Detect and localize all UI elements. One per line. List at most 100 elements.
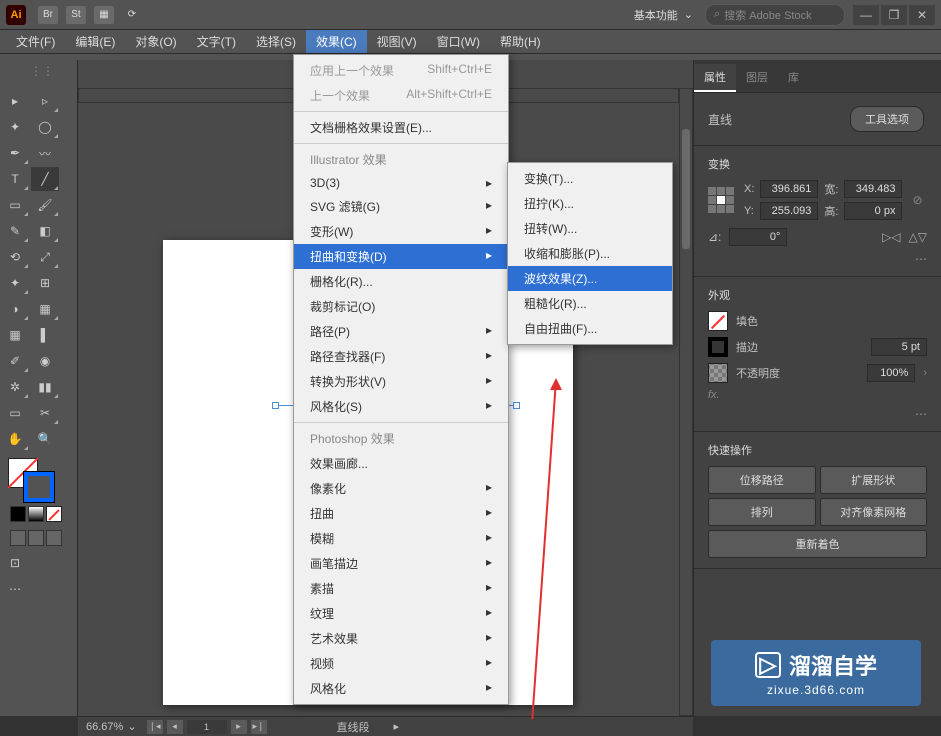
opacity-input[interactable] — [867, 364, 915, 382]
effect-cropmarks-item[interactable]: 裁剪标记(O) — [294, 294, 508, 319]
selection-handle-right[interactable] — [513, 402, 520, 409]
paintbrush-tool[interactable]: 🖌 — [31, 193, 59, 217]
arrange-button[interactable]: 排列 — [708, 498, 816, 526]
effect-artistic-item[interactable]: 艺术效果▸ — [294, 626, 508, 651]
effect-video-item[interactable]: 视频▸ — [294, 651, 508, 676]
gpu-icon[interactable]: ⟳ — [122, 6, 142, 24]
submenu-zigzag-item[interactable]: 波纹效果(Z)... — [508, 266, 672, 291]
minimize-button[interactable]: — — [853, 5, 879, 25]
line-tool[interactable]: ╱ — [31, 167, 59, 191]
align-pixel-button[interactable]: 对齐像素网格 — [820, 498, 928, 526]
selection-tool[interactable]: ▸ — [1, 89, 29, 113]
blend-tool[interactable]: ◉ — [31, 349, 59, 373]
effect-brush-strokes-item[interactable]: 画笔描边▸ — [294, 551, 508, 576]
shaper-tool[interactable]: ✎ — [1, 219, 29, 243]
symbol-sprayer-tool[interactable]: ✲ — [1, 375, 29, 399]
effect-warp-item[interactable]: 变形(W)▸ — [294, 219, 508, 244]
magic-wand-tool[interactable]: ✦ — [1, 115, 29, 139]
none-mode-icon[interactable] — [46, 506, 62, 522]
tool-options-button[interactable]: 工具选项 — [850, 106, 924, 132]
effect-pathfinder-item[interactable]: 路径查找器(F)▸ — [294, 344, 508, 369]
prev-artboard-button[interactable]: ◂ — [167, 720, 183, 734]
eraser-tool[interactable]: ◧ — [31, 219, 59, 243]
expand-shape-button[interactable]: 扩展形状 — [820, 466, 928, 494]
tab-properties[interactable]: 属性 — [694, 64, 736, 92]
effect-distort-transform-item[interactable]: 扭曲和变换(D)▸ — [294, 244, 508, 269]
zoom-tool[interactable]: 🔍 — [31, 427, 59, 451]
flip-v-icon[interactable]: △▽ — [909, 230, 927, 244]
more-options-icon[interactable]: ⋯ — [915, 252, 927, 266]
effect-3d-item[interactable]: 3D(3)▸ — [294, 172, 508, 194]
free-transform-tool[interactable]: ⊞ — [31, 271, 59, 295]
submenu-roughen-item[interactable]: 粗糙化(R)... — [508, 291, 672, 316]
gradient-mode-icon[interactable] — [28, 506, 44, 522]
scrollbar-thumb[interactable] — [682, 129, 690, 249]
effect-distort-item[interactable]: 扭曲▸ — [294, 501, 508, 526]
x-input[interactable] — [760, 180, 818, 198]
bridge-icon[interactable]: Br — [38, 6, 58, 24]
perspective-tool[interactable]: ▦ — [31, 297, 59, 321]
zoom-level[interactable]: 66.67%⌄ — [86, 720, 137, 733]
offset-path-button[interactable]: 位移路径 — [708, 466, 816, 494]
next-artboard-button[interactable]: ▸ — [231, 720, 247, 734]
menu-window[interactable]: 窗口(W) — [427, 30, 490, 53]
submenu-free-distort-item[interactable]: 自由扭曲(F)... — [508, 316, 672, 341]
tab-layers[interactable]: 图层 — [736, 64, 778, 92]
flip-h-icon[interactable]: ▷◁ — [882, 230, 900, 244]
effect-rasterize-item[interactable]: 栅格化(R)... — [294, 269, 508, 294]
angle-input[interactable] — [729, 228, 787, 246]
selection-handle-left[interactable] — [272, 402, 279, 409]
gradient-tool[interactable]: ▌ — [31, 323, 59, 347]
stroke-swatch[interactable] — [24, 472, 54, 502]
link-wh-icon[interactable]: ⊘ — [912, 193, 922, 207]
last-effect-item[interactable]: 上一个效果Alt+Shift+Ctrl+E — [294, 83, 508, 108]
search-input[interactable]: ⌕ 搜索 Adobe Stock — [705, 4, 845, 26]
menu-effect[interactable]: 效果(C) — [306, 30, 367, 53]
restore-button[interactable]: ❐ — [881, 5, 907, 25]
reference-point-selector[interactable] — [708, 187, 734, 213]
first-artboard-button[interactable]: ❘◂ — [147, 720, 163, 734]
color-mode-icon[interactable] — [10, 506, 26, 522]
screen-mode-icon[interactable]: ⊡ — [1, 551, 29, 575]
submenu-transform-item[interactable]: 变换(T)... — [508, 166, 672, 191]
fill-color-swatch[interactable] — [708, 311, 728, 331]
effect-path-item[interactable]: 路径(P)▸ — [294, 319, 508, 344]
w-input[interactable] — [844, 180, 902, 198]
edit-toolbar-icon[interactable]: ⋯ — [1, 577, 29, 601]
recolor-button[interactable]: 重新着色 — [708, 530, 927, 558]
submenu-pucker-item[interactable]: 收缩和膨胀(P)... — [508, 241, 672, 266]
width-tool[interactable]: ✦ — [1, 271, 29, 295]
submenu-tweak-item[interactable]: 扭拧(K)... — [508, 191, 672, 216]
workspace-switcher[interactable]: 基本功能 ⌄ — [634, 7, 693, 23]
type-tool[interactable]: T — [1, 167, 29, 191]
menu-select[interactable]: 选择(S) — [246, 30, 306, 53]
effect-pixelate-item[interactable]: 像素化▸ — [294, 476, 508, 501]
opacity-chevron-icon[interactable]: › — [923, 367, 927, 379]
graph-tool[interactable]: ▮▮ — [31, 375, 59, 399]
pen-tool[interactable]: ✒ — [1, 141, 29, 165]
effect-stylize-item[interactable]: 风格化(S)▸ — [294, 394, 508, 419]
rectangle-tool[interactable]: ▭ — [1, 193, 29, 217]
scale-tool[interactable]: ⤢ — [31, 245, 59, 269]
submenu-twist-item[interactable]: 扭转(W)... — [508, 216, 672, 241]
lasso-tool[interactable]: ◯ — [31, 115, 59, 139]
toolbar-grip-icon[interactable]: ⋮⋮ — [30, 64, 54, 78]
menu-type[interactable]: 文字(T) — [187, 30, 246, 53]
shape-builder-tool[interactable]: ◑ — [1, 297, 29, 321]
draw-normal-icon[interactable] — [10, 530, 26, 546]
menu-object[interactable]: 对象(O) — [125, 30, 186, 53]
menu-view[interactable]: 视图(V) — [367, 30, 427, 53]
menu-help[interactable]: 帮助(H) — [490, 30, 551, 53]
direct-selection-tool[interactable]: ▹ — [31, 89, 59, 113]
tab-libraries[interactable]: 库 — [778, 64, 809, 92]
last-artboard-button[interactable]: ▸❘ — [251, 720, 267, 734]
effect-sketch-item[interactable]: 素描▸ — [294, 576, 508, 601]
fill-stroke-control[interactable] — [0, 458, 77, 502]
doc-raster-settings-item[interactable]: 文档栅格效果设置(E)... — [294, 115, 508, 140]
slice-tool[interactable]: ✂ — [31, 401, 59, 425]
stroke-weight-input[interactable] — [871, 338, 927, 356]
artboard-number[interactable]: 1 — [187, 720, 227, 734]
eyedropper-tool[interactable]: ✐ — [1, 349, 29, 373]
rotate-tool[interactable]: ⟲ — [1, 245, 29, 269]
effect-svg-item[interactable]: SVG 滤镜(G)▸ — [294, 194, 508, 219]
